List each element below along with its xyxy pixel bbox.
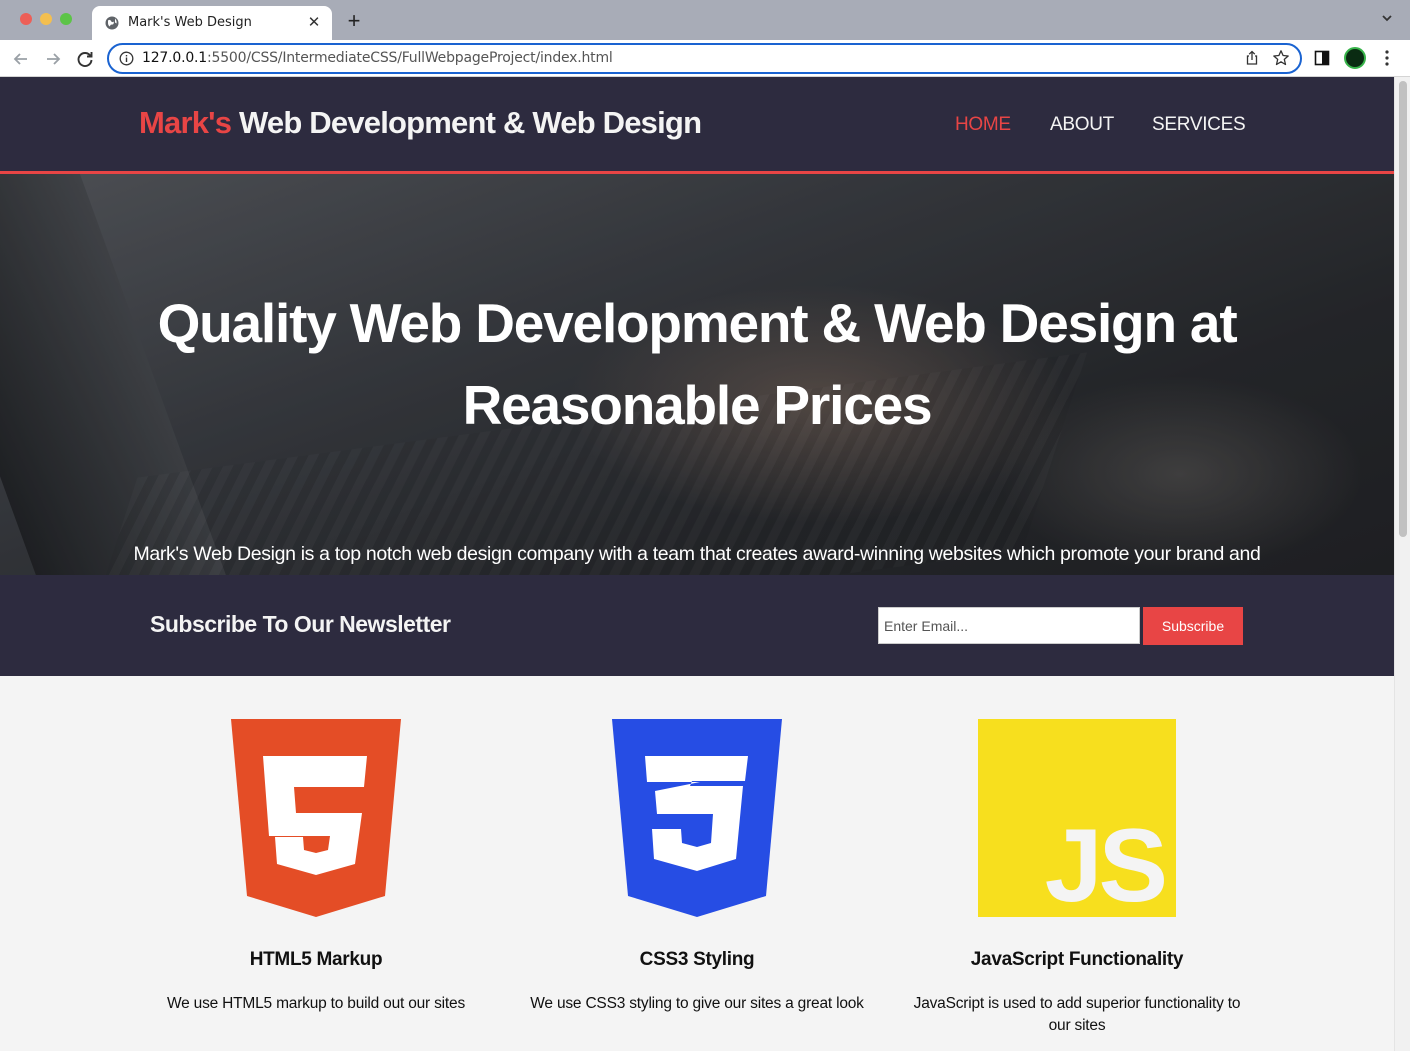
- url-text: 127.0.0.1:5500/CSS/IntermediateCSS/FullW…: [142, 50, 613, 66]
- new-tab-button[interactable]: +: [344, 8, 364, 34]
- url-path: :5500/CSS/IntermediateCSS/FullWebpagePro…: [207, 50, 613, 66]
- tab-title: Mark's Web Design: [128, 15, 252, 30]
- chevron-down-icon[interactable]: [1380, 11, 1394, 25]
- browser-tab-strip: Mark's Web Design ✕ +: [0, 0, 1410, 40]
- scrollbar-thumb[interactable]: [1399, 81, 1407, 537]
- newsletter-title: Subscribe To Our Newsletter: [150, 611, 451, 637]
- reload-icon[interactable]: [74, 48, 96, 70]
- feature-title: CSS3 Styling: [639, 949, 755, 970]
- bookmark-star-icon[interactable]: [1272, 49, 1290, 67]
- close-tab-icon[interactable]: ✕: [306, 13, 322, 31]
- info-icon[interactable]: [119, 51, 134, 66]
- css3-logo-icon: [612, 719, 782, 917]
- minimize-window-button[interactable]: [40, 13, 52, 25]
- email-input[interactable]: [878, 607, 1140, 644]
- showcase-hero: Quality Web Development & Web Design at …: [0, 174, 1394, 575]
- maximize-window-button[interactable]: [60, 13, 72, 25]
- javascript-logo-icon: JS: [978, 719, 1176, 917]
- html5-logo-icon: [231, 719, 401, 917]
- site-brand[interactable]: Mark's Web Development & Web Design: [139, 105, 702, 141]
- share-icon[interactable]: [1244, 50, 1260, 66]
- feature-text: JavaScript is used to add superior funct…: [913, 995, 1241, 1034]
- page-scrollbar[interactable]: [1394, 77, 1410, 1051]
- hero-description: Mark's Web Design is a top notch web des…: [133, 543, 1261, 575]
- nav-link-services[interactable]: SERVICES: [1152, 114, 1246, 136]
- url-host: 127.0.0.1: [142, 50, 207, 66]
- hero-title: Quality Web Development & Web Design at …: [157, 292, 1238, 436]
- nav-link-home[interactable]: HOME: [955, 114, 1011, 136]
- brand-highlight: Mark's: [139, 105, 232, 140]
- features-section: HTML5 Markup We use HTML5 markup to buil…: [0, 676, 1394, 1051]
- browser-tab[interactable]: Mark's Web Design ✕: [92, 6, 332, 40]
- forward-arrow-icon[interactable]: [42, 48, 64, 70]
- subscribe-button[interactable]: Subscribe: [1143, 607, 1243, 645]
- side-panel-icon[interactable]: [1314, 50, 1330, 66]
- newsletter-section: Subscribe To Our Newsletter Subscribe: [0, 575, 1394, 676]
- nav-link-about[interactable]: ABOUT: [1050, 114, 1114, 136]
- globe-icon: [105, 16, 119, 30]
- back-arrow-icon[interactable]: [10, 48, 32, 70]
- javascript-logo-letters: JS: [1045, 808, 1169, 917]
- profile-avatar[interactable]: [1344, 47, 1366, 69]
- feature-title: JavaScript Functionality: [970, 949, 1184, 970]
- page-viewport: Mark's Web Development & Web Design HOME…: [0, 77, 1394, 1051]
- browser-toolbar: 127.0.0.1:5500/CSS/IntermediateCSS/FullW…: [0, 40, 1410, 77]
- close-window-button[interactable]: [20, 13, 32, 25]
- more-menu-icon[interactable]: [1380, 49, 1394, 67]
- javascript-logo-text: JS: [1045, 808, 1165, 917]
- feature-title: HTML5 Markup: [249, 949, 383, 970]
- brand-text: Web Development & Web Design: [231, 105, 702, 140]
- feature-text: We use CSS3 styling to give our sites a …: [530, 995, 864, 1012]
- feature-text: We use HTML5 markup to build out our sit…: [166, 995, 465, 1012]
- site-header: Mark's Web Development & Web Design HOME…: [0, 77, 1394, 174]
- address-bar[interactable]: 127.0.0.1:5500/CSS/IntermediateCSS/FullW…: [107, 43, 1302, 74]
